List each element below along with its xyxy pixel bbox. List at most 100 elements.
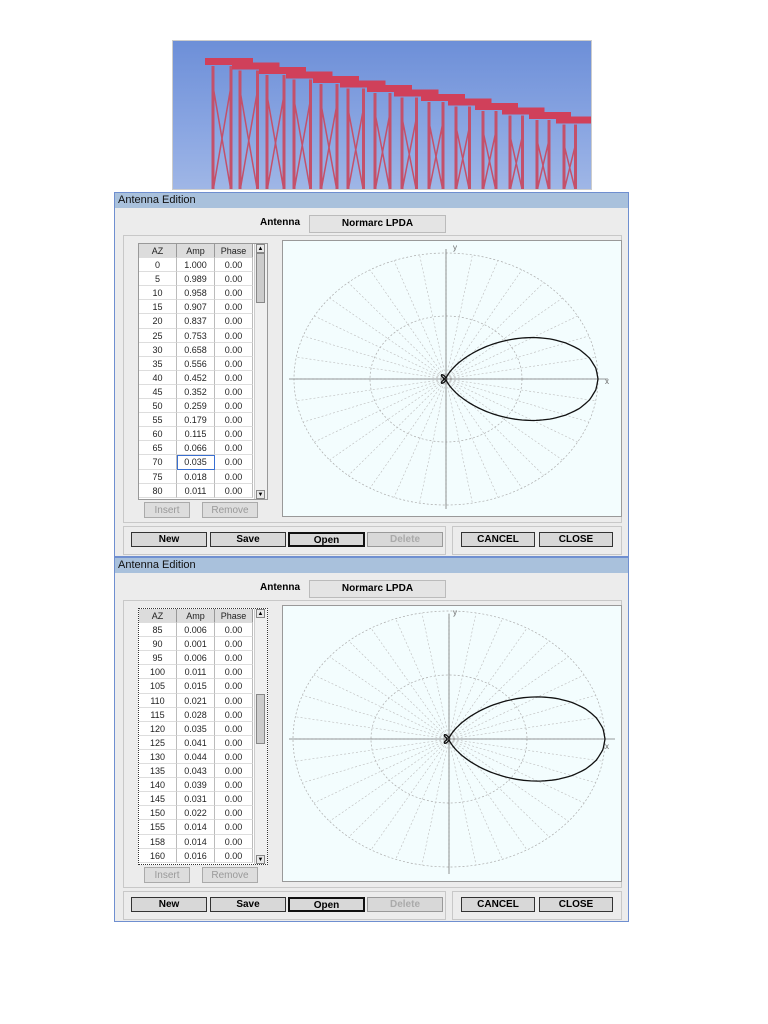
table-row[interactable]: 105 0.015 0.00 <box>139 679 267 694</box>
table-row[interactable]: 130 0.044 0.00 <box>139 749 267 765</box>
column-header[interactable]: Amp <box>177 609 215 624</box>
table-row[interactable]: 50 0.259 0.00 <box>139 399 267 414</box>
table-cell[interactable]: 0.837 <box>177 314 215 329</box>
delete-button[interactable]: Delete <box>367 897 443 912</box>
table-row[interactable]: 15 0.907 0.00 <box>139 300 267 315</box>
insert-button[interactable]: Insert <box>144 502 190 518</box>
table-cell[interactable]: 60 <box>139 427 177 442</box>
table-cell[interactable]: 0.259 <box>177 399 215 414</box>
scroll-thumb[interactable] <box>256 253 265 303</box>
table-row[interactable]: 45 0.352 0.00 <box>139 384 267 400</box>
table-cell[interactable]: 0.014 <box>177 834 215 849</box>
table-row[interactable]: 90 0.001 0.00 <box>139 637 267 652</box>
table-row[interactable]: 0 1.000 0.00 <box>139 258 267 273</box>
table-cell[interactable]: 0.115 <box>177 427 215 442</box>
table-cell[interactable]: 0.00 <box>215 328 253 343</box>
table-row[interactable]: 145 0.031 0.00 <box>139 792 267 807</box>
column-header[interactable]: Phase <box>215 244 253 259</box>
table-cell[interactable]: 0.039 <box>177 778 215 793</box>
table-cell[interactable]: 0.00 <box>215 384 253 400</box>
delete-button[interactable]: Delete <box>367 532 443 547</box>
table-cell[interactable]: 35 <box>139 356 177 371</box>
table-cell[interactable]: 0.00 <box>215 806 253 821</box>
scroll-up-icon[interactable]: ▲ <box>256 609 265 618</box>
insert-button[interactable]: Insert <box>144 867 190 883</box>
pattern-table[interactable]: AZ Amp Phase 85 0.006 0.00 90 0.001 0.00 95 0.006… <box>138 608 268 865</box>
scroll-thumb[interactable] <box>256 694 265 744</box>
table-cell[interactable]: 90 <box>139 637 177 652</box>
table-cell[interactable]: 80 <box>139 483 177 498</box>
table-cell[interactable]: 135 <box>139 764 177 779</box>
table-cell[interactable]: 0.028 <box>177 707 215 722</box>
table-cell[interactable]: 0.00 <box>215 300 253 315</box>
table-cell[interactable]: 10 <box>139 286 177 301</box>
table-cell[interactable]: 0.00 <box>215 413 253 428</box>
table-cell[interactable]: 0.00 <box>215 778 253 793</box>
table-cell[interactable]: 115 <box>139 707 177 722</box>
table-row[interactable]: 135 0.043 0.00 <box>139 764 267 779</box>
table-row[interactable]: 40 0.452 0.00 <box>139 370 267 385</box>
table-row[interactable]: 125 0.041 0.00 <box>139 735 267 750</box>
table-cell[interactable]: 145 <box>139 792 177 807</box>
table-cell[interactable]: 25 <box>139 328 177 343</box>
table-cell[interactable]: 0.00 <box>215 665 253 680</box>
table-row[interactable]: 5 0.989 0.00 <box>139 272 267 287</box>
table-cell[interactable]: 0.066 <box>177 441 215 456</box>
table-cell[interactable]: 0.00 <box>215 848 253 863</box>
table-row[interactable]: 65 0.066 0.00 <box>139 441 267 456</box>
table-cell[interactable]: 0.753 <box>177 328 215 343</box>
table-cell[interactable]: 5 <box>139 272 177 287</box>
cancel-button[interactable]: CANCEL <box>461 897 535 912</box>
table-cell[interactable]: 0.00 <box>215 399 253 414</box>
column-header[interactable]: AZ <box>139 244 177 259</box>
table-cell[interactable]: 0.00 <box>215 707 253 722</box>
table-cell[interactable]: 130 <box>139 749 177 765</box>
table-cell[interactable]: 0.001 <box>177 637 215 652</box>
table-cell[interactable]: 150 <box>139 806 177 821</box>
table-cell[interactable]: 45 <box>139 384 177 400</box>
table-cell[interactable]: 0.00 <box>215 356 253 371</box>
table-cell[interactable]: 0.00 <box>215 693 253 708</box>
table-cell[interactable]: 0.00 <box>215 623 253 638</box>
table-scrollbar[interactable]: ▲ ▼ <box>254 244 267 499</box>
table-cell[interactable]: 0.00 <box>215 651 253 666</box>
table-cell[interactable]: 0.015 <box>177 679 215 694</box>
table-row[interactable]: 85 0.006 0.00 <box>139 623 267 638</box>
table-cell[interactable]: 0.958 <box>177 286 215 301</box>
table-cell[interactable]: 0.016 <box>177 848 215 863</box>
table-row[interactable]: 158 0.014 0.00 <box>139 834 267 849</box>
table-cell[interactable]: 0.00 <box>215 427 253 442</box>
table-row[interactable]: 55 0.179 0.00 <box>139 413 267 428</box>
table-cell[interactable]: 0 <box>139 258 177 273</box>
table-cell[interactable]: 0.00 <box>215 455 253 470</box>
table-row[interactable]: 120 0.035 0.00 <box>139 721 267 736</box>
table-cell[interactable]: 100 <box>139 665 177 680</box>
table-row[interactable]: 35 0.556 0.00 <box>139 356 267 371</box>
table-cell[interactable]: 0.044 <box>177 749 215 765</box>
table-row[interactable]: 140 0.039 0.00 <box>139 778 267 793</box>
table-cell[interactable]: 0.041 <box>177 735 215 750</box>
table-cell[interactable]: 0.00 <box>215 764 253 779</box>
table-cell[interactable]: 0.021 <box>177 693 215 708</box>
table-cell[interactable]: 0.989 <box>177 272 215 287</box>
table-cell[interactable]: 0.011 <box>177 665 215 680</box>
table-cell[interactable]: 0.006 <box>177 651 215 666</box>
table-cell[interactable]: 120 <box>139 721 177 736</box>
table-cell[interactable]: 140 <box>139 778 177 793</box>
table-cell[interactable]: 0.00 <box>215 342 253 357</box>
table-cell[interactable]: 30 <box>139 342 177 357</box>
table-row[interactable]: 25 0.753 0.00 <box>139 328 267 343</box>
remove-button[interactable]: Remove <box>202 502 258 518</box>
table-scrollbar[interactable]: ▲ ▼ <box>254 609 267 864</box>
table-cell[interactable]: 125 <box>139 735 177 750</box>
table-cell[interactable]: 158 <box>139 834 177 849</box>
table-cell[interactable]: 0.00 <box>215 679 253 694</box>
table-cell[interactable]: 0.00 <box>215 834 253 849</box>
table-row[interactable]: 115 0.028 0.00 <box>139 707 267 722</box>
column-header[interactable]: AZ <box>139 609 177 624</box>
column-header[interactable]: Amp <box>177 244 215 259</box>
table-cell[interactable]: 0.658 <box>177 342 215 357</box>
table-cell[interactable]: 110 <box>139 693 177 708</box>
table-cell[interactable]: 65 <box>139 441 177 456</box>
table-cell[interactable]: 0.035 <box>177 721 215 736</box>
